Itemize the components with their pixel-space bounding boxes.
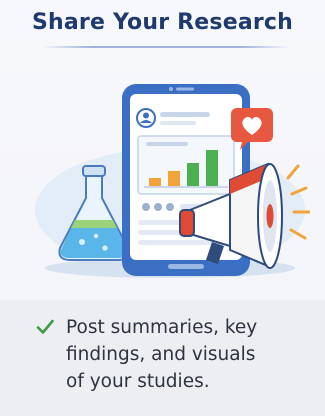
page-title: Share Your Research: [31, 10, 294, 35]
checkmark-icon: [36, 319, 54, 334]
share-research-card: Share Your Research Post summaries, key …: [0, 0, 325, 416]
profile-icon: [136, 108, 156, 128]
feature-description: Post summaries, key findings, and visual…: [66, 317, 258, 392]
share-research-illustration: [35, 84, 310, 278]
title-underline: [42, 46, 290, 48]
